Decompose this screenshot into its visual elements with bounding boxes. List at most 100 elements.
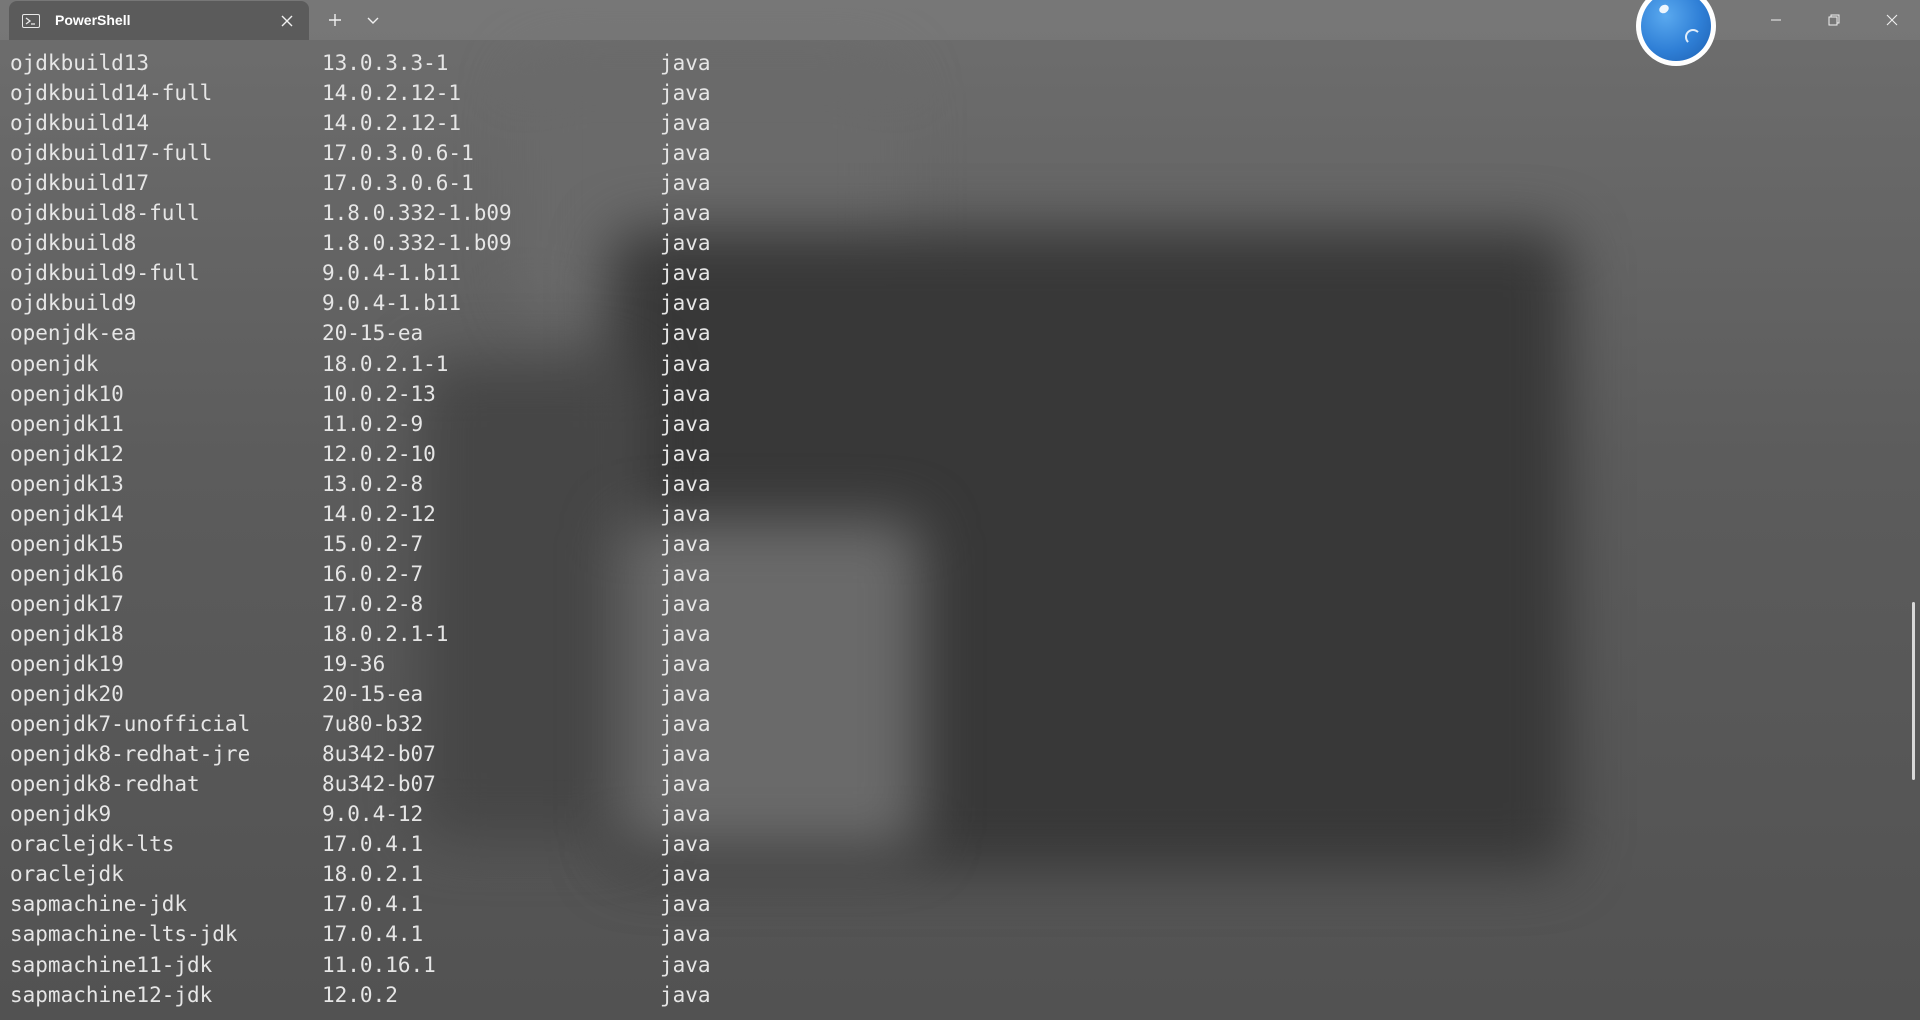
package-name: ojdkbuild14-full (10, 81, 213, 106)
package-name: openjdk8-redhat (10, 772, 200, 797)
package-source: java (660, 922, 711, 947)
package-version: 7u80-b32 (322, 712, 424, 737)
package-version: 17.0.4.1 (322, 832, 424, 857)
minimize-icon (1771, 19, 1781, 21)
package-source: java (660, 351, 711, 376)
package-source: java (660, 712, 711, 737)
package-name: ojdkbuild9-full (10, 261, 200, 286)
package-source: java (660, 772, 711, 797)
package-name: openjdk7-unofficial (10, 712, 251, 737)
chevron-down-icon[interactable] (365, 12, 381, 28)
terminal-output[interactable]: ojdkbuild13 13.0.3.3-1 java ojdkbuild14-ful… (0, 40, 1900, 1020)
package-version: 17.0.3.0.6-1 (322, 141, 474, 166)
package-source: java (660, 952, 711, 977)
close-icon (1886, 14, 1898, 26)
close-window-button[interactable] (1864, 0, 1920, 40)
package-name: ojdkbuild17-full (10, 141, 213, 166)
scrollbar-thumb[interactable] (1912, 602, 1915, 780)
package-source: java (660, 621, 711, 646)
package-version: 15.0.2-7 (322, 531, 424, 556)
package-version: 18.0.2.1-1 (322, 621, 449, 646)
package-name: openjdk13 (10, 471, 124, 496)
package-source: java (660, 742, 711, 767)
package-source: java (660, 471, 711, 496)
package-version: 17.0.2-8 (322, 591, 424, 616)
package-version: 1.8.0.332-1.b09 (322, 201, 512, 226)
package-source: java (660, 231, 711, 256)
package-version: 20-15-ea (322, 321, 424, 346)
package-name: openjdk11 (10, 411, 124, 436)
package-name: ojdkbuild8 (10, 231, 137, 256)
package-source: java (660, 591, 711, 616)
package-version: 10.0.2-13 (322, 381, 436, 406)
package-source: java (660, 982, 711, 1007)
terminal-window: PowerShell ojdkbuild13 13.0.3.3-1 java o… (0, 0, 1920, 1020)
package-version: 17.0.4.1 (322, 922, 424, 947)
package-version: 11.0.2-9 (322, 411, 424, 436)
package-version: 13.0.2-8 (322, 471, 424, 496)
tab-title: PowerShell (55, 12, 131, 28)
package-name: openjdk8-redhat-jre (10, 742, 251, 767)
package-source: java (660, 141, 711, 166)
restore-button[interactable] (1806, 0, 1862, 40)
package-name: openjdk18 (10, 621, 124, 646)
package-name: openjdk10 (10, 381, 124, 406)
package-name: oraclejdk-lts (10, 832, 175, 857)
package-version: 1.8.0.332-1.b09 (322, 231, 512, 256)
package-name: openjdk14 (10, 501, 124, 526)
package-version: 18.0.2.1-1 (322, 351, 449, 376)
package-name: ojdkbuild17 (10, 171, 150, 196)
package-name: openjdk9 (10, 802, 112, 827)
package-source: java (660, 862, 711, 887)
close-tab-icon[interactable] (279, 13, 295, 29)
restore-icon (1828, 14, 1840, 26)
scrollbar[interactable] (1906, 40, 1920, 1020)
package-version: 14.0.2.12-1 (322, 111, 462, 136)
package-source: java (660, 802, 711, 827)
package-version: 14.0.2.12-1 (322, 81, 462, 106)
package-source: java (660, 291, 711, 316)
powershell-icon (22, 13, 40, 28)
package-version: 18.0.2.1 (322, 862, 424, 887)
package-version: 19-36 (322, 652, 386, 676)
package-name: sapmachine-lts-jdk (10, 922, 238, 947)
package-source: java (660, 51, 711, 75)
package-name: openjdk (10, 351, 99, 376)
package-version: 9.0.4-1.b11 (322, 291, 462, 316)
package-version: 11.0.16.1 (322, 952, 436, 977)
package-name: ojdkbuild13 (10, 51, 150, 75)
package-version: 17.0.4.1 (322, 892, 424, 917)
minimize-button[interactable] (1748, 0, 1804, 40)
title-bar[interactable]: PowerShell (0, 0, 1920, 66)
tab-powershell[interactable]: PowerShell (9, 1, 309, 40)
package-version: 17.0.3.0.6-1 (322, 171, 474, 196)
package-source: java (660, 561, 711, 586)
package-version: 9.0.4-12 (322, 802, 424, 827)
package-name: ojdkbuild14 (10, 111, 150, 136)
new-tab-plus-icon[interactable] (326, 11, 344, 29)
package-source: java (660, 892, 711, 917)
package-name: sapmachine-jdk (10, 892, 188, 917)
package-version: 8u342-b07 (322, 772, 436, 797)
package-name: openjdk20 (10, 682, 124, 707)
package-version: 9.0.4-1.b11 (322, 261, 462, 286)
package-name: oraclejdk (10, 862, 124, 887)
package-name: openjdk-ea (10, 321, 137, 346)
package-version: 20-15-ea (322, 682, 424, 707)
package-source: java (660, 441, 711, 466)
package-source: java (660, 201, 711, 226)
package-name: openjdk15 (10, 531, 124, 556)
package-source: java (660, 652, 711, 676)
package-source: java (660, 321, 711, 346)
package-name: openjdk12 (10, 441, 124, 466)
package-version: 8u342-b07 (322, 742, 436, 767)
package-source: java (660, 381, 711, 406)
package-name: sapmachine11-jdk (10, 952, 213, 977)
package-source: java (660, 171, 711, 196)
package-name: openjdk17 (10, 591, 124, 616)
package-source: java (660, 531, 711, 556)
package-source: java (660, 832, 711, 857)
package-name: sapmachine12-jdk (10, 982, 213, 1007)
package-version: 16.0.2-7 (322, 561, 424, 586)
package-name: openjdk19 (10, 652, 124, 676)
